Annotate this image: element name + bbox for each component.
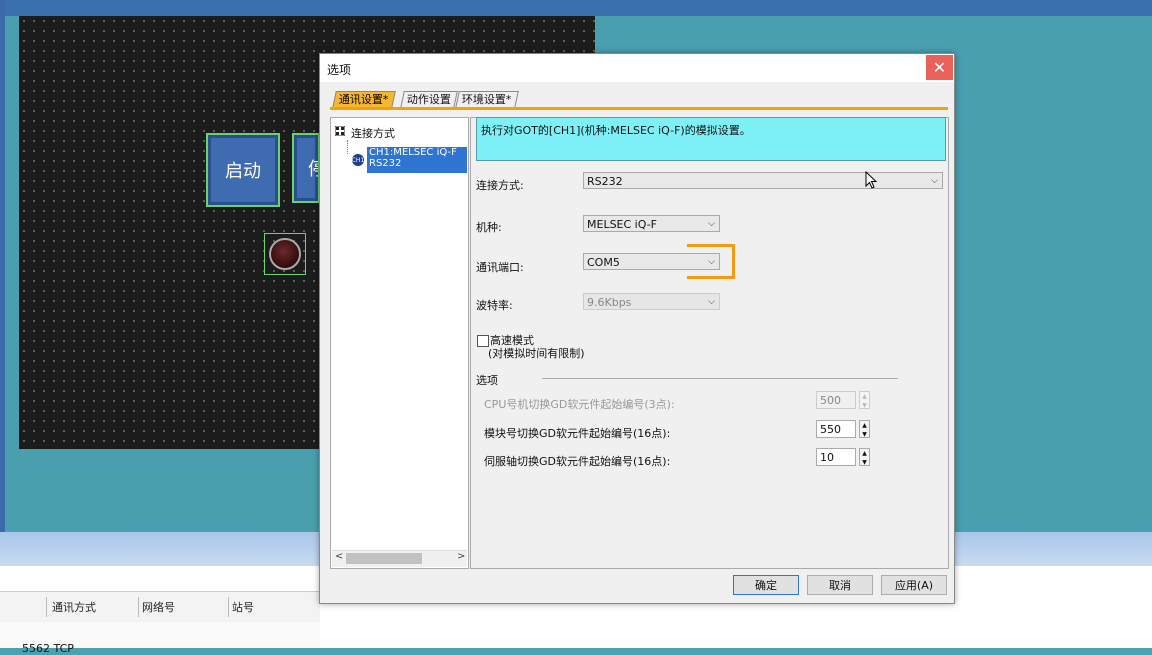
connection-select[interactable]: RS232 ⌵: [583, 172, 943, 189]
baud-label: 波特率:: [476, 299, 513, 312]
column-header-network[interactable]: 网络号: [142, 599, 175, 615]
model-select[interactable]: MELSEC iQ-F ⌵: [583, 215, 720, 232]
baud-select[interactable]: 9.6Kbps ⌵: [583, 293, 720, 310]
hmi-start-label: 启动: [225, 161, 261, 182]
tab-underline: [330, 107, 948, 110]
module-gd-label: 模块号切换GD软元件起始编号(16点):: [484, 427, 671, 440]
options-dialog: 选项 ✕ 通讯设置* 动作设置 环境设置* 连接方式 CH1 CH1:MELSE…: [319, 53, 955, 604]
servo-gd-input[interactable]: 10: [816, 448, 856, 466]
table-row-cell: 5562 TCP: [22, 642, 74, 655]
hmi-lamp[interactable]: [264, 233, 306, 275]
highlight-annotation: [687, 244, 735, 279]
info-box: 执行对GOT的[CH1](机种:MELSEC iQ-F)的模拟设置。: [476, 117, 946, 161]
channel-icon: CH1: [352, 154, 364, 166]
highspeed-note: (对模拟时间有限制): [488, 347, 585, 360]
hmi-start-button[interactable]: 启动: [206, 133, 280, 207]
cancel-button[interactable]: 取消: [807, 575, 873, 595]
servo-gd-label: 伺服轴切换GD软元件起始编号(16点):: [484, 455, 671, 468]
port-label: 通讯端口:: [476, 261, 524, 274]
options-section-title: 选项: [476, 374, 498, 387]
tree-item-line2: RS232: [369, 158, 402, 169]
connection-tree[interactable]: 连接方式 CH1 CH1:MELSEC iQ-F RS232 < >: [330, 117, 469, 569]
cpu-gd-stepper[interactable]: ▲ ▼: [859, 391, 870, 409]
column-separator[interactable]: [228, 597, 229, 617]
tree-item-ch1[interactable]: CH1:MELSEC iQ-F RS232: [367, 147, 467, 173]
tab-action[interactable]: 动作设置: [400, 91, 458, 108]
options-divider: [542, 378, 898, 379]
connection-label: 连接方式:: [476, 179, 524, 192]
scroll-right-icon[interactable]: >: [457, 551, 465, 562]
chevron-down-icon: ⌵: [708, 297, 715, 307]
column-header-station[interactable]: 站号: [232, 599, 254, 615]
column-header-comm[interactable]: 通讯方式: [52, 599, 96, 615]
scroll-left-icon[interactable]: <: [335, 551, 343, 562]
module-gd-input[interactable]: 550: [816, 420, 856, 438]
apply-button[interactable]: 应用(A): [881, 575, 947, 595]
lamp-indicator: [269, 238, 301, 270]
connection-icon: [335, 126, 345, 136]
mouse-cursor-icon: [865, 171, 877, 189]
scroll-thumb[interactable]: [346, 553, 422, 564]
ok-button[interactable]: 确定: [733, 575, 799, 595]
dialog-title: 选项: [327, 63, 352, 77]
table-row[interactable]: 5562 TCP: [0, 622, 320, 655]
tree-root-label[interactable]: 连接方式: [351, 125, 395, 141]
chevron-down-icon: ⌵: [708, 219, 715, 229]
servo-gd-stepper[interactable]: ▲ ▼: [859, 448, 870, 466]
close-icon: ✕: [932, 58, 947, 77]
dialog-titlebar[interactable]: 选项 ✕: [320, 54, 954, 82]
tree-connector: [347, 140, 349, 154]
chevron-down-icon: ⌵: [931, 176, 938, 186]
tab-environment[interactable]: 环境设置*: [455, 91, 519, 108]
cpu-gd-label: CPU号机切换GD软元件起始编号(3点):: [484, 398, 675, 411]
module-gd-stepper[interactable]: ▲ ▼: [859, 420, 870, 438]
column-separator[interactable]: [138, 597, 139, 617]
hmi-stop-button[interactable]: 停: [292, 133, 320, 203]
tab-communication[interactable]: 通讯设置*: [332, 91, 396, 108]
close-button[interactable]: ✕: [926, 55, 953, 80]
tree-item-line1: CH1:MELSEC iQ-F: [369, 147, 457, 158]
cpu-gd-input[interactable]: 500: [816, 391, 856, 409]
model-label: 机种:: [476, 221, 502, 234]
tree-horizontal-scrollbar[interactable]: < >: [332, 550, 467, 567]
app-frame-top: [0, 0, 1152, 16]
app-frame-left: [0, 0, 5, 540]
info-text: 执行对GOT的[CH1](机种:MELSEC iQ-F)的模拟设置。: [481, 124, 751, 137]
column-separator[interactable]: [46, 597, 47, 617]
